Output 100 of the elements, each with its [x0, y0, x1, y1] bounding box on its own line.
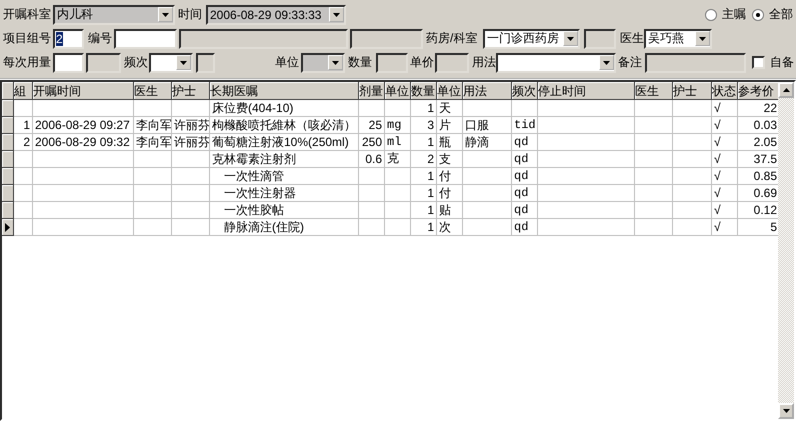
table-cell — [673, 185, 712, 202]
table-cell: 床位费(404-10) — [210, 100, 359, 117]
column-header[interactable]: 剂量 — [359, 82, 385, 100]
table-cell: 25 — [359, 117, 385, 134]
field-label: 项目组号 — [3, 30, 51, 47]
row-indicator[interactable] — [2, 185, 14, 202]
field-label: 用法 — [472, 54, 496, 71]
column-header[interactable]: 开嘱时间 — [33, 82, 134, 100]
table-cell: √ — [712, 219, 738, 236]
caret-icon — [162, 12, 169, 16]
radio-label: 全部 — [769, 6, 793, 23]
table-cell — [134, 168, 172, 185]
table-cell — [635, 219, 673, 236]
scroll-down-button[interactable] — [778, 403, 794, 419]
table-cell — [512, 100, 538, 117]
column-header[interactable]: 状态 — [712, 82, 738, 100]
field-label: 单位 — [275, 54, 299, 71]
column-header[interactable]: 参考价 — [738, 82, 778, 100]
table-cell — [673, 117, 712, 134]
field-label: 药房/科室 — [426, 30, 478, 47]
table-cell: qd — [512, 151, 538, 168]
row-indicator[interactable] — [2, 100, 14, 117]
table-cell: 克 — [385, 151, 411, 168]
dropdown[interactable] — [496, 52, 616, 72]
dropdown[interactable]: 一门诊西药房 — [483, 28, 580, 48]
table-cell: 1 — [411, 185, 437, 202]
field-label: 每次用量 — [3, 54, 51, 71]
table-cell — [635, 151, 673, 168]
radio-button[interactable]: 主嘱 — [705, 6, 746, 23]
table-cell — [463, 168, 512, 185]
caret-icon — [333, 12, 340, 16]
column-header[interactable]: 医生 — [134, 82, 172, 100]
table-cell — [635, 134, 673, 151]
radio-icon[interactable] — [705, 8, 717, 20]
table-cell — [673, 134, 712, 151]
column-header[interactable]: 单位 — [385, 82, 411, 100]
table-cell: tid — [512, 117, 538, 134]
table-cell — [673, 100, 712, 117]
table-cell — [673, 219, 712, 236]
pointer-icon — [5, 222, 10, 232]
scrollbar[interactable] — [778, 82, 794, 419]
table-cell — [463, 202, 512, 219]
table-cell — [172, 151, 210, 168]
row-indicator[interactable] — [2, 219, 14, 236]
column-header[interactable]: 护士 — [172, 82, 210, 100]
table-cell — [463, 219, 512, 236]
input-field[interactable] — [114, 28, 177, 48]
column-header[interactable]: 停止时间 — [538, 82, 635, 100]
table-cell — [359, 168, 385, 185]
table-cell: 克林霉素注射剂 — [210, 151, 359, 168]
table-cell — [359, 185, 385, 202]
table-cell — [385, 219, 411, 236]
field-label: 医生 — [620, 30, 644, 47]
table-cell: 片 — [437, 117, 463, 134]
table-cell — [463, 151, 512, 168]
row-indicator[interactable] — [2, 151, 14, 168]
table-cell — [463, 185, 512, 202]
table-cell: qd — [512, 219, 538, 236]
caret-icon — [332, 60, 339, 64]
dropdown[interactable] — [149, 52, 193, 72]
column-header[interactable]: 医生 — [635, 82, 673, 100]
caret-icon — [699, 36, 706, 40]
table-cell: 支 — [437, 151, 463, 168]
table-cell — [385, 100, 411, 117]
row-indicator[interactable] — [2, 134, 14, 151]
column-header[interactable]: 频次 — [512, 82, 538, 100]
table-cell: 1 — [411, 202, 437, 219]
row-indicator[interactable] — [2, 202, 14, 219]
table-cell — [134, 202, 172, 219]
radio-button[interactable]: 全部 — [752, 6, 793, 23]
table-cell: 静滴 — [463, 134, 512, 151]
table-cell: 次 — [437, 219, 463, 236]
scroll-up-button[interactable] — [778, 82, 794, 98]
column-header[interactable]: 組 — [14, 82, 33, 100]
table-cell: √ — [712, 117, 738, 134]
row-header — [2, 82, 14, 100]
table-cell: √ — [712, 168, 738, 185]
table-cell: 1 — [411, 100, 437, 117]
input-field[interactable]: 2 — [53, 28, 84, 48]
input-field[interactable] — [53, 52, 84, 72]
field-label: 频次 — [124, 54, 148, 71]
row-indicator[interactable] — [2, 117, 14, 134]
checkbox-icon[interactable] — [752, 56, 765, 69]
row-indicator[interactable] — [2, 168, 14, 185]
column-header[interactable]: 护士 — [673, 82, 712, 100]
field-label: 数量 — [348, 54, 372, 71]
table-cell — [385, 168, 411, 185]
radio-icon[interactable] — [752, 8, 764, 20]
table-cell — [14, 219, 33, 236]
checkbox[interactable]: 自备 — [752, 54, 794, 71]
column-header[interactable]: 单位 — [437, 82, 463, 100]
table-cell — [172, 219, 210, 236]
table-cell: √ — [712, 151, 738, 168]
table-cell — [635, 117, 673, 134]
dropdown[interactable]: 吴巧燕 — [644, 28, 712, 48]
table-cell: qd — [512, 202, 538, 219]
column-header[interactable]: 用法 — [463, 82, 512, 100]
column-header[interactable]: 长期医嘱 — [210, 82, 359, 100]
column-header[interactable]: 数量 — [411, 82, 437, 100]
down-arrow-icon — [782, 409, 790, 413]
